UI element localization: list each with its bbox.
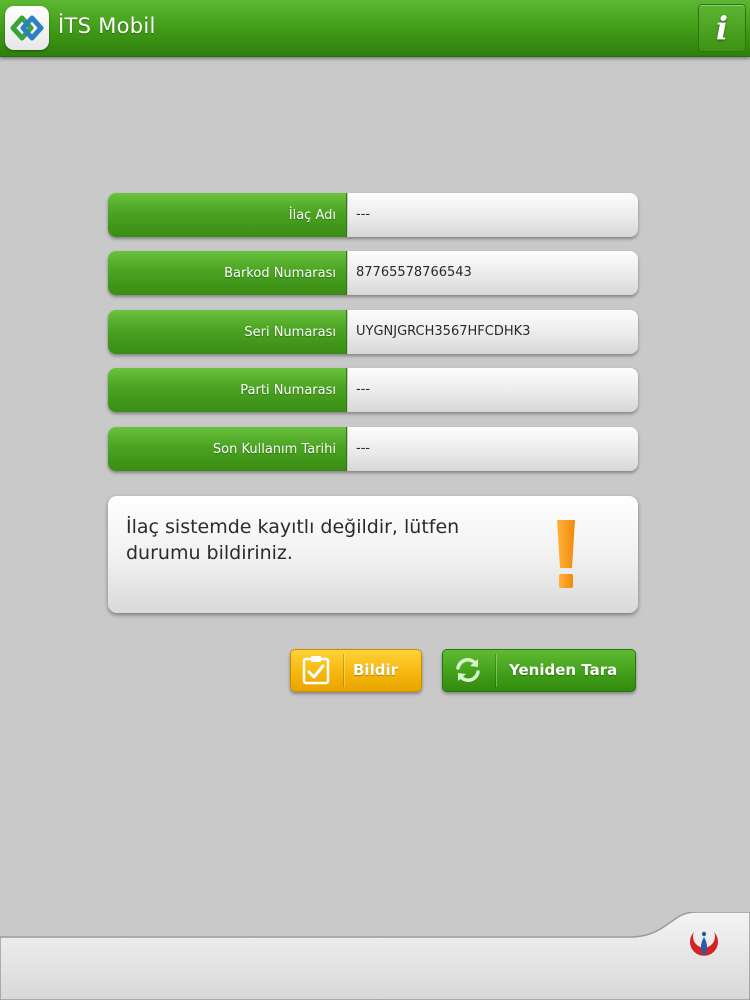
field-serial-number: Seri Numarası UYGNJGRCH3567HFCDHK3 <box>108 310 638 354</box>
field-value: --- <box>348 193 638 237</box>
field-label: Barkod Numarası <box>108 251 347 295</box>
field-drug-name: İlaç Adı --- <box>108 193 638 237</box>
report-button[interactable]: Bildir <box>290 649 422 692</box>
field-value: --- <box>348 427 638 471</box>
ministry-logo <box>676 926 732 982</box>
field-value: UYGNJGRCH3567HFCDHK3 <box>348 310 638 354</box>
app-logo <box>5 6 49 50</box>
field-label: İlaç Adı <box>108 193 347 237</box>
app-title: İTS Mobil <box>58 14 156 38</box>
exclamation-icon <box>557 520 575 588</box>
field-expiry-date: Son Kullanım Tarihi --- <box>108 427 638 471</box>
field-label: Parti Numarası <box>108 368 347 412</box>
footer-bar <box>0 912 750 1000</box>
report-button-label: Bildir <box>353 661 398 679</box>
clipboard-check-icon <box>302 656 330 685</box>
field-batch-number: Parti Numarası --- <box>108 368 638 412</box>
warning-message-text: İlaç sistemde kayıtlı değildir, lütfen d… <box>126 516 460 564</box>
app-header: İTS Mobil i <box>0 0 750 57</box>
field-label: Seri Numarası <box>108 310 347 354</box>
info-icon: i <box>715 9 729 47</box>
field-value: 87765578766543 <box>348 251 638 295</box>
info-button[interactable]: i <box>698 4 746 52</box>
field-label: Son Kullanım Tarihi <box>108 427 347 471</box>
refresh-icon <box>456 658 480 682</box>
button-separator <box>495 654 496 687</box>
warning-message-box: İlaç sistemde kayıtlı değildir, lütfen d… <box>108 496 638 613</box>
rescan-button-label: Yeniden Tara <box>509 661 618 679</box>
field-barcode-number: Barkod Numarası 87765578766543 <box>108 251 638 295</box>
rescan-button[interactable]: Yeniden Tara <box>442 649 636 692</box>
button-separator <box>343 654 344 687</box>
field-value: --- <box>348 368 638 412</box>
